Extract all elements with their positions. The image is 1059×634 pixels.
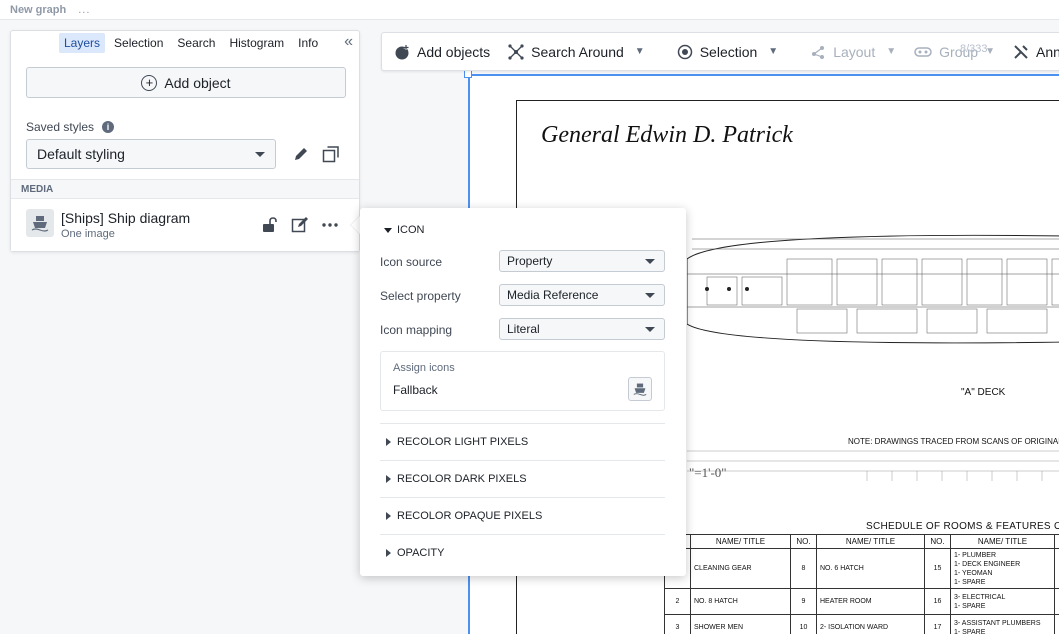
graph-toolbar: Add objects Search Around ▼ Selection ▼ … — [381, 32, 1059, 71]
layer-subtitle: One image — [61, 228, 115, 240]
fallback-ship-icon-button[interactable] — [628, 377, 652, 401]
caret-right-icon — [386, 549, 391, 557]
deck-label: "A" DECK — [961, 387, 1006, 398]
caret-down-icon — [384, 227, 392, 233]
saved-styles-select[interactable]: Default styling — [26, 139, 276, 169]
recolor-dark-toggle[interactable]: RECOLOR DARK PIXELS — [380, 460, 665, 497]
deck-plan-drawing — [687, 234, 1059, 344]
annotate-icon — [1014, 44, 1028, 59]
caret-down-icon — [255, 151, 265, 157]
annotate-button[interactable]: Anno — [1013, 44, 1059, 60]
icon-mapping-label: Icon mapping — [380, 323, 453, 337]
tab-info[interactable]: Info — [293, 33, 323, 53]
caret-down-icon — [645, 258, 655, 264]
edit-layer-icon[interactable] — [291, 216, 309, 234]
chevron-down-icon: ▼ — [768, 46, 779, 57]
caret-down-icon — [645, 326, 655, 332]
top-bar: New graph ... — [0, 0, 1059, 20]
icon-source-label: Icon source — [380, 255, 443, 269]
schedule-title: SCHEDULE OF ROOMS & FEATURES OF V — [866, 521, 1059, 532]
select-property-select[interactable]: Media Reference — [499, 284, 665, 306]
recolor-opaque-toggle[interactable]: RECOLOR OPAQUE PIXELS — [380, 497, 665, 534]
recolor-light-toggle[interactable]: RECOLOR LIGHT PIXELS — [380, 423, 665, 460]
tab-search[interactable]: Search — [172, 33, 220, 53]
layout-button[interactable]: Layout ▼ — [810, 44, 896, 60]
layers-panel: Layers Selection Search Histogram Info «… — [10, 30, 360, 252]
info-icon[interactable]: i — [102, 121, 115, 133]
unlock-icon[interactable] — [261, 216, 279, 234]
caret-right-icon — [386, 438, 391, 446]
caret-down-icon — [645, 292, 655, 298]
chevron-down-icon: ▼ — [634, 46, 645, 57]
media-section-header: MEDIA — [11, 179, 359, 199]
schedule-header: NAME/ TITLE — [690, 534, 791, 549]
schedule-header: NAME/ TITLE — [950, 534, 1055, 549]
scale-text: "=1'-0" — [689, 465, 727, 480]
layer-title: [Ships] Ship diagram — [61, 210, 191, 226]
layout-icon — [812, 45, 825, 59]
ship-icon — [26, 209, 54, 237]
edit-style-icon[interactable] — [292, 145, 310, 163]
search-around-icon — [508, 43, 524, 60]
opacity-toggle[interactable]: OPACITY — [380, 534, 665, 571]
scale-bar — [687, 450, 1059, 481]
schedule-header: NO. — [790, 534, 817, 549]
tab-histogram[interactable]: Histogram — [224, 33, 289, 53]
caret-right-icon — [386, 512, 391, 520]
schedule-row: CLEANING GEAR 8 NO. 6 HATCH 15 1- PLUMBE… — [664, 548, 1059, 589]
caret-right-icon — [386, 475, 391, 483]
layer-actions — [261, 216, 339, 234]
selection-handle[interactable] — [464, 70, 472, 78]
duplicate-icon[interactable] — [322, 145, 340, 163]
tab-selection[interactable]: Selection — [109, 33, 168, 53]
drawing-note: NOTE: DRAWINGS TRACED FROM SCANS OF ORIG… — [848, 437, 1059, 446]
add-objects-button[interactable]: Add objects — [394, 44, 490, 60]
more-menu[interactable]: ... — [78, 4, 90, 16]
schedule-header-row: NAME/ TITLE NO. NAME/ TITLE NO. NAME/ TI… — [664, 534, 1059, 549]
selection-icon — [677, 44, 692, 59]
schedule-table: NAME/ TITLE NO. NAME/ TITLE NO. NAME/ TI… — [664, 534, 1059, 634]
schedule-header: NAME/ TITLE — [816, 534, 925, 549]
assign-icons-title: Assign icons — [393, 362, 455, 374]
add-object-button[interactable]: + Add object — [26, 67, 346, 98]
popover-arrow — [351, 216, 360, 234]
schedule-header: NO. — [924, 534, 951, 549]
style-popover: ICON Icon source Property Select propert… — [360, 208, 686, 576]
ship-icon — [633, 383, 647, 396]
add-objects-icon — [395, 44, 409, 59]
assign-icons-box: Assign icons Fallback — [380, 351, 665, 411]
schedule-row: 2 NO. 8 HATCH 9 HEATER ROOM 16 3- ELECTR… — [664, 588, 1059, 615]
layer-row[interactable]: [Ships] Ship diagram One image — [11, 199, 359, 251]
plus-circle-icon: + — [141, 74, 158, 91]
search-around-button[interactable]: Search Around ▼ — [508, 44, 645, 60]
icon-source-select[interactable]: Property — [499, 250, 665, 272]
fallback-label: Fallback — [393, 383, 438, 397]
panel-tabs: Layers Selection Search Histogram Info — [59, 33, 323, 53]
group-icon — [914, 46, 932, 57]
tab-layers[interactable]: Layers — [59, 33, 106, 53]
more-options-icon[interactable] — [321, 216, 339, 234]
schedule-header: NO — [1054, 534, 1059, 549]
chevron-down-icon: ▼ — [886, 46, 897, 57]
select-property-label: Select property — [380, 289, 461, 303]
diagram-title: General Edwin D. Patrick — [541, 122, 793, 148]
schedule-row: 3 SHOWER MEN 10 2- ISOLATION WARD 17 3- … — [664, 614, 1059, 634]
selection-button[interactable]: Selection ▼ — [677, 44, 779, 60]
saved-styles-label: Saved styles i — [26, 120, 115, 134]
graph-title[interactable]: New graph — [10, 4, 66, 16]
icon-section-toggle[interactable]: ICON — [384, 224, 425, 236]
faded-counter: 8/333 — [960, 43, 988, 55]
icon-mapping-select[interactable]: Literal — [499, 318, 665, 340]
collapse-panel-icon[interactable]: « — [344, 33, 353, 51]
